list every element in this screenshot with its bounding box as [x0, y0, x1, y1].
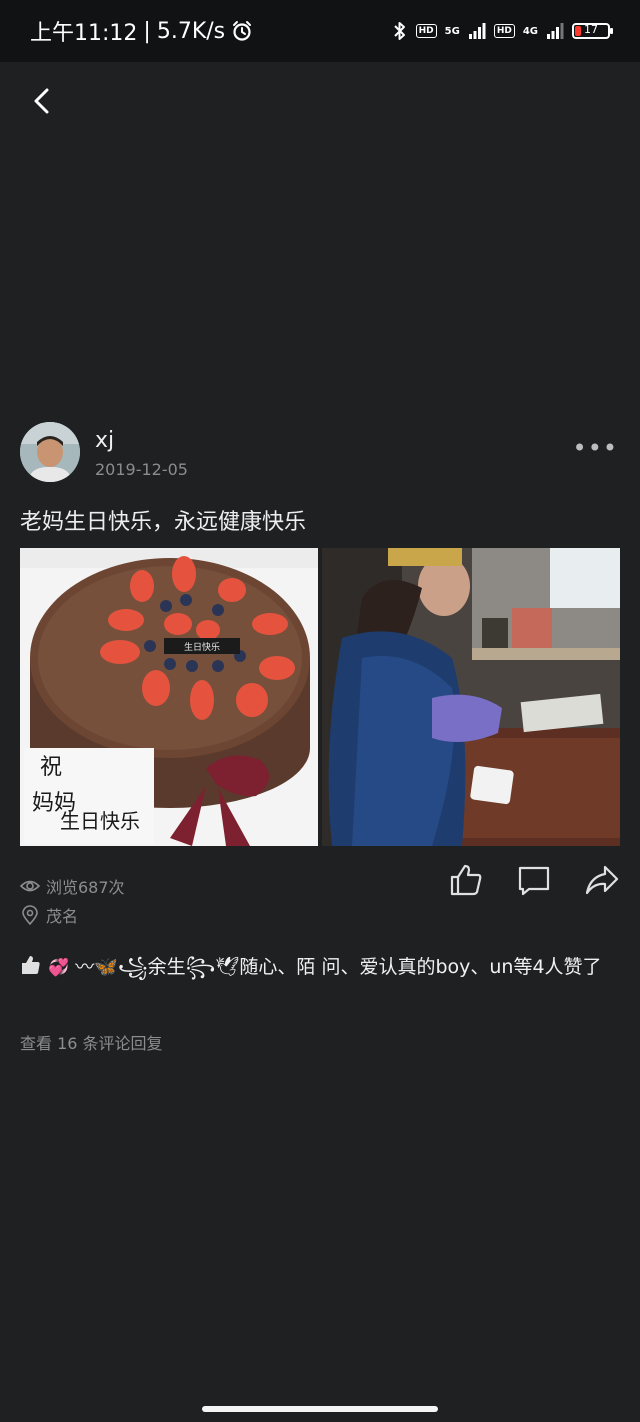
bluetooth-icon — [393, 22, 405, 40]
network-type-1: 5G — [444, 25, 460, 37]
post-photo-1[interactable]: 生日快乐 祝 妈妈 生日快乐 — [20, 548, 318, 846]
network-type-2: 4G — [522, 25, 538, 37]
home-indicator[interactable] — [202, 1406, 438, 1412]
avatar[interactable] — [20, 422, 80, 482]
avatar-image — [20, 422, 80, 482]
thumbs-up-small-icon — [22, 956, 40, 974]
network-speed: 5.7K/s — [156, 18, 226, 44]
username[interactable]: xj — [95, 428, 114, 453]
cake-tag: 生日快乐 — [184, 641, 220, 653]
location-name: 茂名 — [46, 907, 79, 926]
views-row: 浏览687次 — [20, 874, 125, 898]
post-header: xj 2019-12-05 ••• — [20, 422, 620, 484]
alarm-icon — [233, 21, 252, 41]
views-count: 浏览687次 — [46, 878, 125, 897]
signal-icon-1 — [468, 23, 486, 39]
woman-photo — [322, 548, 620, 846]
status-time: 上午11:12 — [30, 21, 138, 46]
thumbs-up-icon[interactable] — [448, 862, 484, 898]
status-left: 上午11:12 | 5.7K/s — [30, 15, 253, 47]
likes-text: 〰🦋꧁余生꧂🕊随心、陌 问、爱认真的boy、un等4人赞了 — [75, 956, 602, 978]
cake-handwriting-1: 祝 — [40, 755, 62, 780]
heart-emoji: 💞 — [48, 958, 70, 978]
status-right: HD 5G HD 4G 17 — [392, 20, 613, 42]
hd-badge-1: HD — [415, 24, 437, 38]
location-row[interactable]: 茂名 — [20, 903, 78, 927]
cake-handwriting-3: 生日快乐 — [60, 809, 140, 833]
cake-photo: 生日快乐 祝 妈妈 生日快乐 — [20, 548, 318, 846]
post-date: 2019-12-05 — [95, 460, 188, 479]
battery-percent: 17 — [584, 23, 598, 36]
hd-badge-2: HD — [493, 24, 515, 38]
signal-icon-2 — [547, 23, 564, 39]
status-bar: 上午11:12 | 5.7K/s HD 5G HD 4G 17 — [0, 0, 640, 62]
comment-icon[interactable] — [516, 862, 552, 898]
back-arrow-icon[interactable] — [24, 82, 64, 122]
more-icon[interactable]: ••• — [573, 434, 618, 462]
post-actions — [448, 862, 620, 898]
post-text: 老妈生日快乐，永远健康快乐 — [20, 510, 307, 535]
status-separator: | — [143, 18, 151, 44]
share-icon[interactable] — [584, 862, 620, 898]
battery-icon: 17 — [572, 23, 613, 39]
location-pin-icon — [22, 905, 38, 925]
post-photo-2[interactable] — [322, 548, 620, 846]
likes-summary[interactable]: 💞 〰🦋꧁余生꧂🕊随心、陌 问、爱认真的boy、un等4人赞了 — [20, 952, 622, 983]
view-comments-link[interactable]: 查看 16 条评论回复 — [20, 1030, 163, 1054]
eye-icon — [20, 880, 40, 892]
